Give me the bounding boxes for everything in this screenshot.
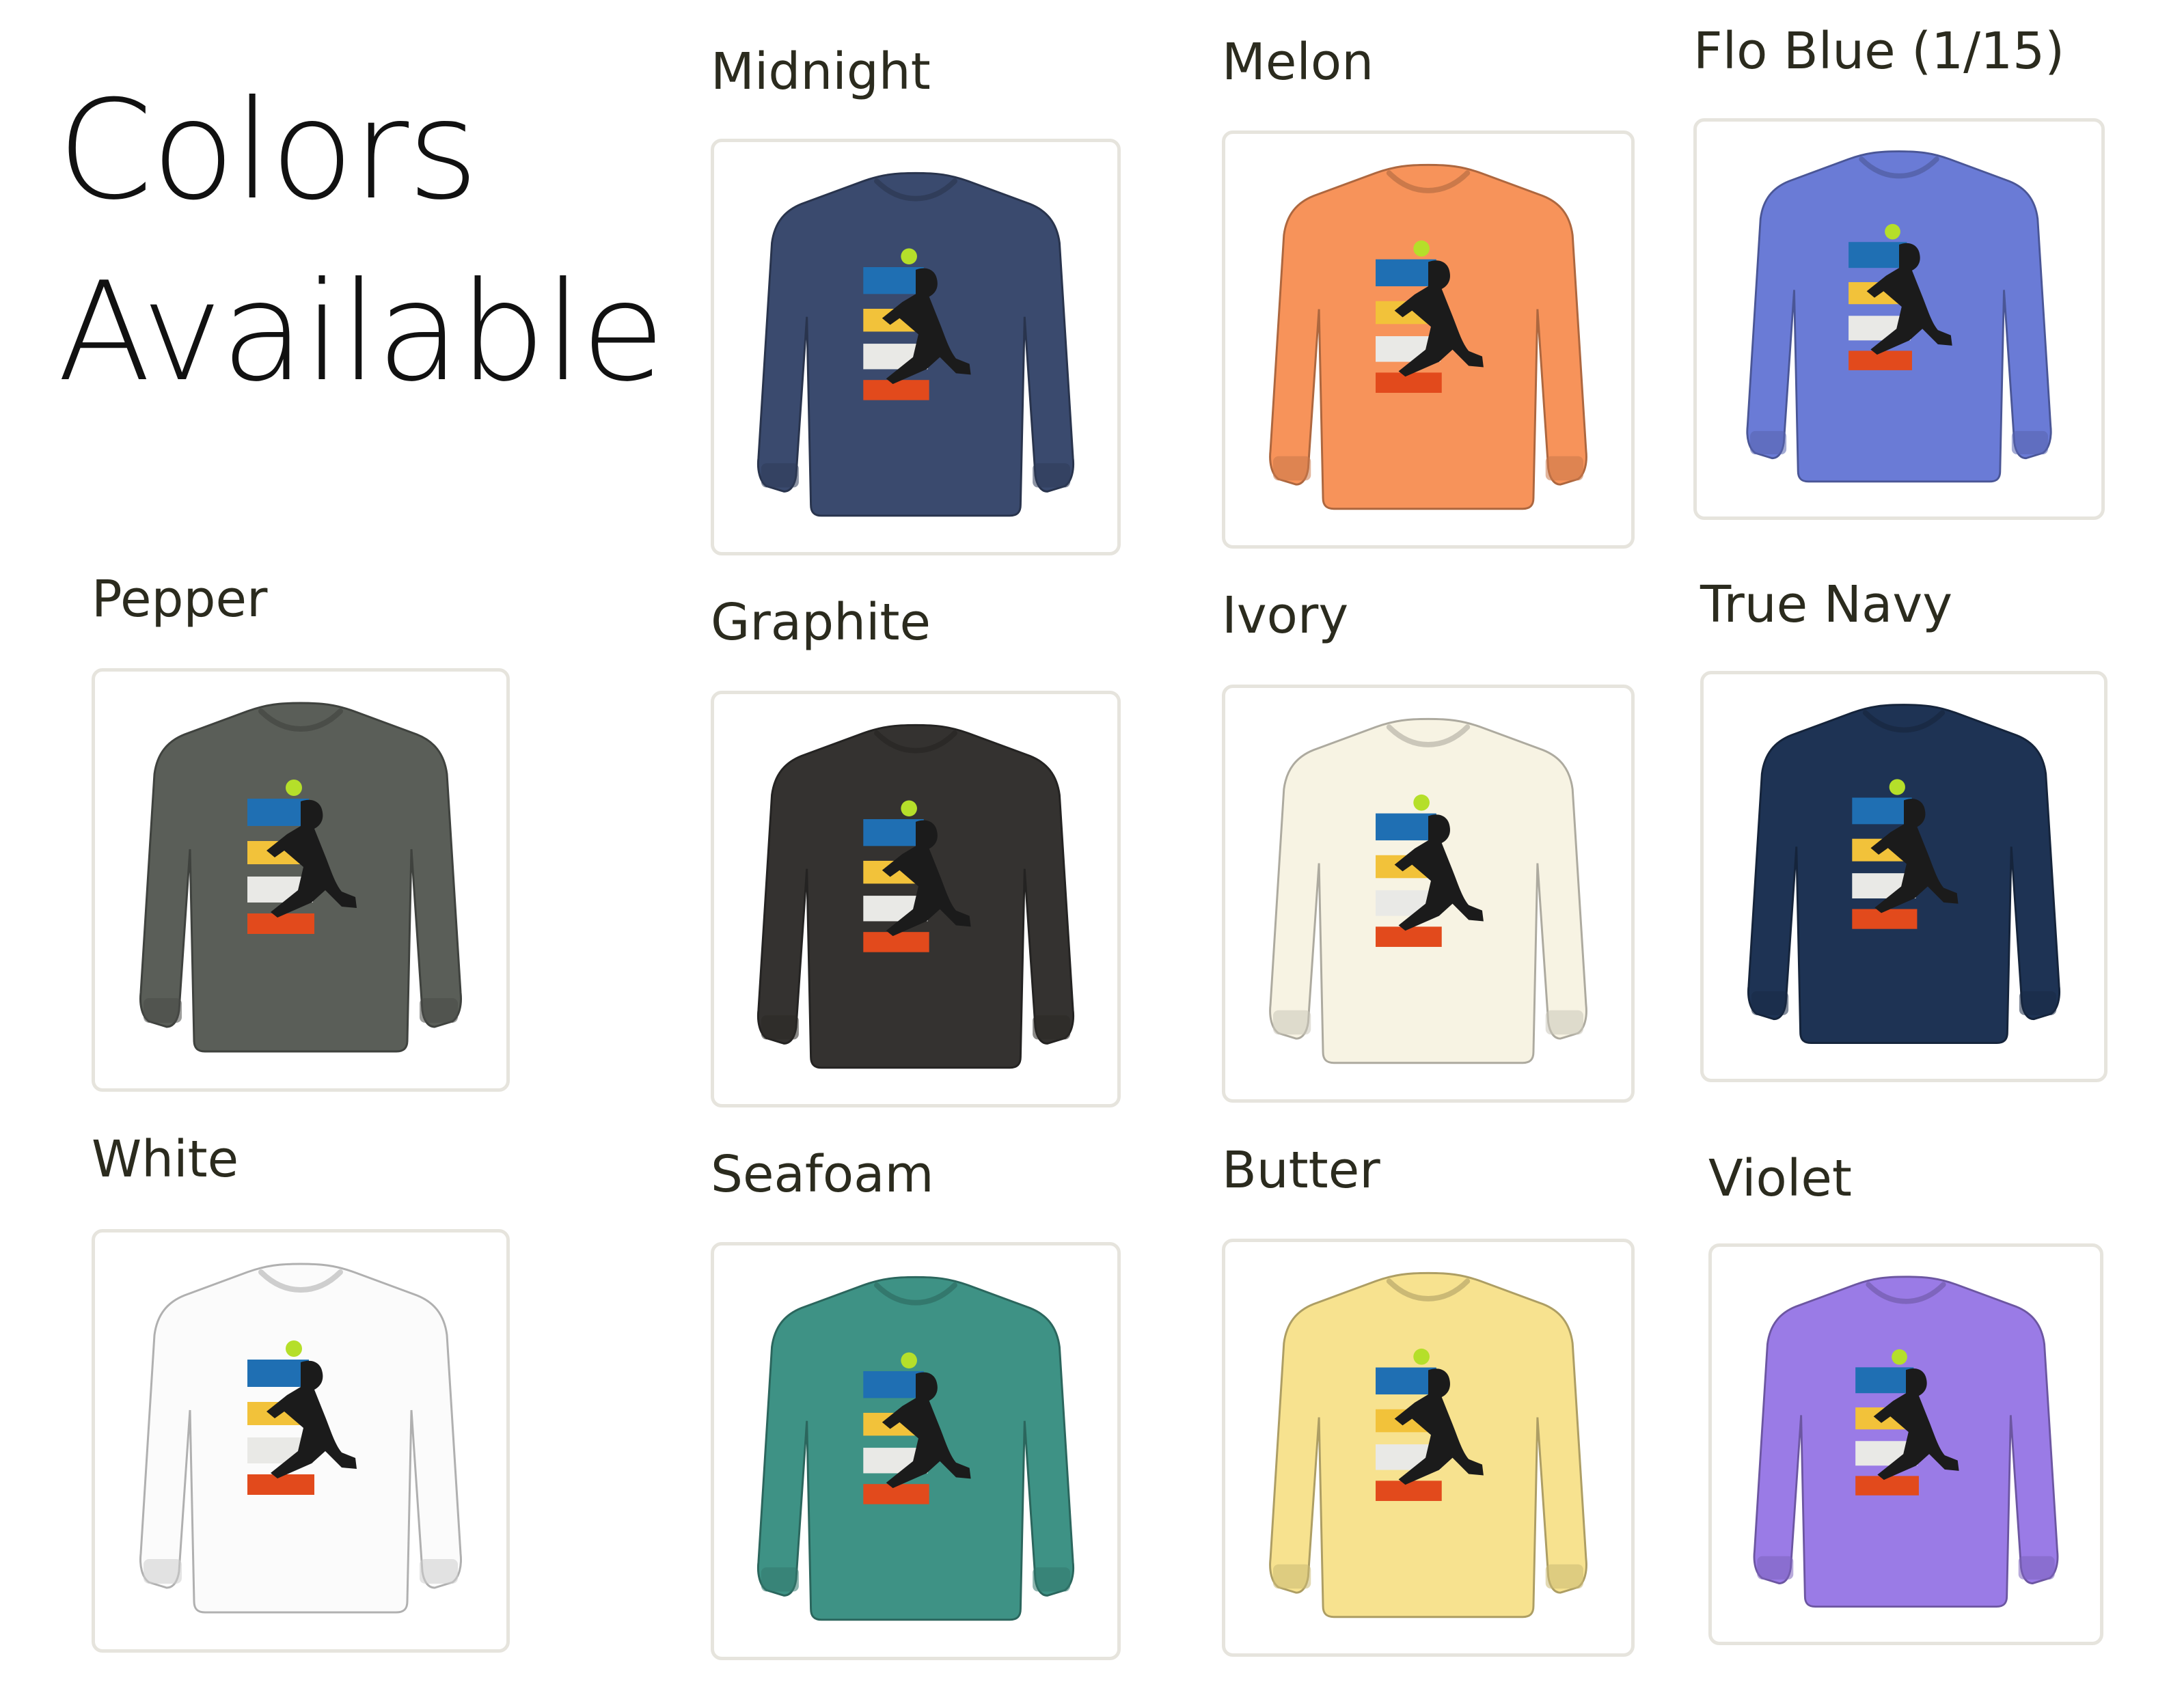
shirt-image: [1747, 704, 2061, 1045]
shirt-image: [756, 171, 1075, 517]
swatch-card-graphite[interactable]: [711, 691, 1121, 1107]
shirt-image: [1269, 717, 1587, 1064]
swatch-label-graphite: Graphite: [711, 593, 931, 652]
page-title-line-1: Colors: [57, 71, 478, 230]
swatch-label-seafoam: Seafoam: [711, 1145, 934, 1204]
swatch-card-midnight[interactable]: [711, 139, 1121, 555]
swatch-card-violet[interactable]: [1708, 1243, 2103, 1645]
swatch-label-ivory: Ivory: [1222, 586, 1349, 645]
swatch-label-pepper: Pepper: [92, 570, 268, 629]
swatch-card-butter[interactable]: [1222, 1239, 1635, 1657]
swatch-card-ivory[interactable]: [1222, 685, 1635, 1103]
shirt-image: [756, 724, 1075, 1069]
swatch-label-flo-blue: Flo Blue (1/15): [1693, 22, 2065, 81]
swatch-card-pepper[interactable]: [92, 668, 510, 1092]
shirt-image: [756, 1276, 1075, 1621]
swatch-card-seafoam[interactable]: [711, 1242, 1121, 1660]
shirt-image: [1746, 150, 2052, 483]
shirt-image: [139, 1263, 462, 1614]
shirt-image: [1269, 163, 1587, 510]
page-title: Colors Available: [57, 60, 672, 424]
swatch-label-melon: Melon: [1222, 33, 1374, 92]
shirt-image: [1269, 1271, 1587, 1619]
shirt-image: [139, 702, 462, 1053]
swatch-label-midnight: Midnight: [711, 42, 931, 101]
swatch-card-flo-blue[interactable]: [1693, 118, 2105, 520]
shirt-image: [1753, 1276, 2059, 1608]
swatch-label-violet: Violet: [1708, 1149, 1852, 1208]
swatch-label-white: White: [92, 1130, 239, 1189]
swatch-card-melon[interactable]: [1222, 130, 1635, 549]
page-title-line-2: Available: [57, 253, 665, 412]
swatch-label-true-navy: True Navy: [1700, 575, 1952, 634]
swatch-card-white[interactable]: [92, 1229, 510, 1653]
swatch-card-true-navy[interactable]: [1700, 671, 2107, 1082]
swatch-label-butter: Butter: [1222, 1141, 1380, 1200]
